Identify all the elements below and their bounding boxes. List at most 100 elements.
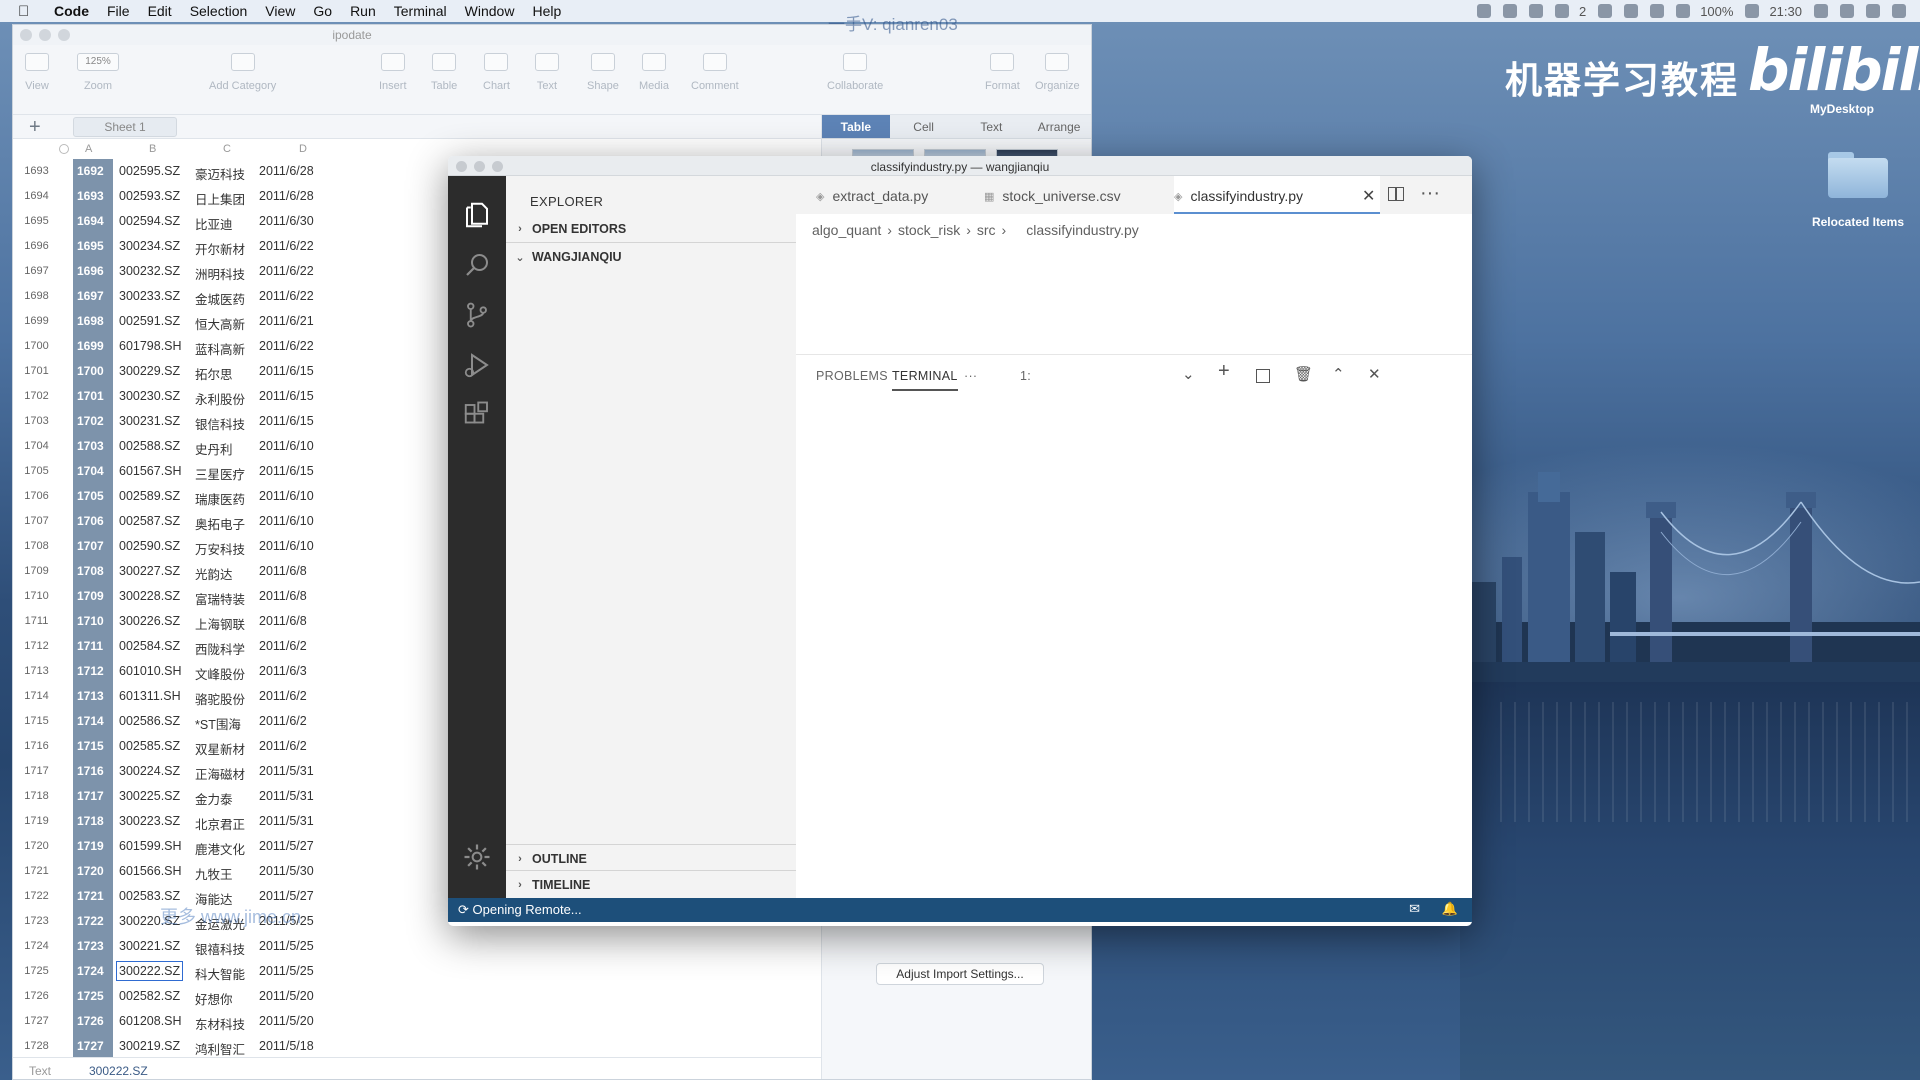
cell-date[interactable]: 2011/6/2 [259, 739, 307, 753]
row-number[interactable]: 1703 [13, 415, 60, 427]
cell-name[interactable]: 富瑞特装 [195, 589, 245, 608]
cell-code[interactable]: 300222.SZ [115, 961, 184, 981]
toolbar-organize[interactable]: Organize [1035, 53, 1080, 92]
cell-index[interactable]: 1707 [73, 534, 113, 559]
cell-code[interactable]: 601567.SH [119, 464, 182, 478]
cell-code[interactable]: 300224.SZ [119, 764, 180, 778]
cell-name[interactable]: 文峰股份 [195, 664, 245, 683]
cell-name[interactable]: 洲明科技 [195, 264, 245, 283]
toolbar-add-category[interactable]: Add Category [209, 53, 276, 92]
desktop-mydesktop-label[interactable]: MyDesktop [1810, 102, 1874, 116]
cell-code[interactable]: 002583.SZ [119, 889, 180, 903]
cell-name[interactable]: 银禧科技 [195, 939, 245, 958]
cell-index[interactable]: 1711 [73, 634, 113, 659]
cell-name[interactable]: *ST围海 [195, 714, 241, 733]
cell-code[interactable]: 002591.SZ [119, 314, 180, 328]
cell-date[interactable]: 2011/6/15 [259, 389, 314, 403]
cell-name[interactable]: 日上集团 [195, 189, 245, 208]
cell-name[interactable]: 瑞康医药 [195, 489, 245, 508]
apple-menu-icon[interactable]:  [18, 3, 38, 20]
battery-icon[interactable] [1745, 4, 1760, 18]
cell-index[interactable]: 1704 [73, 459, 113, 484]
panel-more-icon[interactable]: ··· [964, 369, 977, 383]
row-number[interactable]: 1725 [13, 965, 60, 977]
toolbar-shape[interactable]: Shape [587, 53, 619, 92]
row-number[interactable]: 1713 [13, 665, 60, 677]
cell-date[interactable]: 2011/5/20 [259, 989, 314, 1003]
row-number[interactable]: 1723 [13, 915, 60, 927]
cell-name[interactable]: 科大智能 [195, 964, 245, 983]
cell-index[interactable]: 1713 [73, 684, 113, 709]
row-number[interactable]: 1693 [13, 165, 60, 177]
menu-terminal[interactable]: Terminal [394, 3, 447, 19]
cell-name[interactable]: 鸿利智汇 [195, 1039, 245, 1058]
toolbar-media[interactable]: Media [639, 53, 669, 92]
status-clock[interactable]: 21:30 [1769, 4, 1802, 19]
row-number[interactable]: 1698 [13, 290, 60, 302]
cell-code[interactable]: 300228.SZ [119, 589, 180, 603]
cell-date[interactable]: 2011/5/30 [259, 864, 314, 878]
column-header-b[interactable]: B [149, 143, 156, 155]
trash-icon[interactable]: 🗑 [1294, 365, 1313, 383]
cell-name[interactable]: 骆驼股份 [195, 689, 245, 708]
cell-index[interactable]: 1720 [73, 859, 113, 884]
relocated-items-label[interactable]: Relocated Items [1800, 215, 1916, 229]
cell-name[interactable]: 恒大高新 [195, 314, 245, 333]
source-control-icon[interactable] [462, 300, 492, 330]
toolbar-format[interactable]: Format [985, 53, 1020, 92]
cell-date[interactable]: 2011/6/28 [259, 164, 314, 178]
row-number[interactable]: 1696 [13, 240, 60, 252]
close-panel-icon[interactable]: ✕ [1368, 365, 1381, 383]
tab-classifyindustry[interactable]: ◈ classifyindustry.py [1174, 176, 1380, 214]
row-number[interactable]: 1715 [13, 715, 60, 727]
row-number[interactable]: 1728 [13, 1040, 60, 1052]
cell-code[interactable]: 002584.SZ [119, 639, 180, 653]
row-number[interactable]: 1694 [13, 190, 60, 202]
cell-name[interactable]: 拓尔思 [195, 364, 233, 383]
row-number[interactable]: 1702 [13, 390, 60, 402]
cell-index[interactable]: 1724 [73, 959, 113, 984]
row-number[interactable]: 1712 [13, 640, 60, 652]
tab-table[interactable]: Table [822, 115, 890, 138]
cell-code[interactable]: 300225.SZ [119, 789, 180, 803]
cell-date[interactable]: 2011/6/2 [259, 639, 307, 653]
cell-date[interactable]: 2011/6/3 [259, 664, 307, 678]
cell-index[interactable]: 1706 [73, 509, 113, 534]
cell-code[interactable]: 601599.SH [119, 839, 182, 853]
tab-cell[interactable]: Cell [890, 115, 958, 138]
cell-code[interactable]: 002590.SZ [119, 539, 180, 553]
table-row[interactable]: 1724 1723 300221.SZ 银禧科技 2011/5/25 [13, 934, 821, 959]
status-input-icon[interactable] [1676, 4, 1691, 18]
cell-date[interactable]: 2011/5/25 [259, 939, 314, 953]
breadcrumb-item[interactable]: algo_quant [812, 222, 881, 238]
row-number[interactable]: 1722 [13, 890, 60, 902]
cell-date[interactable]: 2011/6/10 [259, 514, 314, 528]
tab-arrange[interactable]: Arrange [1025, 115, 1091, 138]
notifications-bell-icon[interactable]: 🔔 [1442, 901, 1458, 917]
status-wechat-icon[interactable] [1554, 4, 1569, 18]
cell-date[interactable]: 2011/6/15 [259, 364, 314, 378]
cell-date[interactable]: 2011/6/28 [259, 189, 314, 203]
cell-code[interactable]: 002587.SZ [119, 514, 180, 528]
notification-center-icon[interactable] [1892, 4, 1906, 18]
cell-date[interactable]: 2011/6/15 [259, 414, 314, 428]
cell-date[interactable]: 2011/5/20 [259, 1014, 314, 1028]
cell-date[interactable]: 2011/6/8 [259, 589, 307, 603]
cell-code[interactable]: 300221.SZ [119, 939, 180, 953]
cell-name[interactable]: 九牧王 [195, 864, 233, 883]
cell-date[interactable]: 2011/5/31 [259, 814, 314, 828]
new-terminal-plus-icon[interactable]: + [1218, 360, 1230, 383]
cell-date[interactable]: 2011/6/22 [259, 289, 314, 303]
cell-code[interactable]: 002594.SZ [119, 214, 180, 228]
row-number[interactable]: 1720 [13, 840, 60, 852]
tab-extract-data[interactable]: ◈ extract_data.py [816, 176, 974, 214]
sheet-tab[interactable]: Sheet 1 [73, 117, 177, 137]
cell-date[interactable]: 2011/6/10 [259, 439, 314, 453]
cell-name[interactable]: 金力泰 [195, 789, 233, 808]
cell-index[interactable]: 1695 [73, 234, 113, 259]
cell-index[interactable]: 1705 [73, 484, 113, 509]
cell-code[interactable]: 002595.SZ [119, 164, 180, 178]
menu-help[interactable]: Help [532, 3, 561, 19]
cell-code[interactable]: 300232.SZ [119, 264, 180, 278]
row-number[interactable]: 1700 [13, 340, 60, 352]
